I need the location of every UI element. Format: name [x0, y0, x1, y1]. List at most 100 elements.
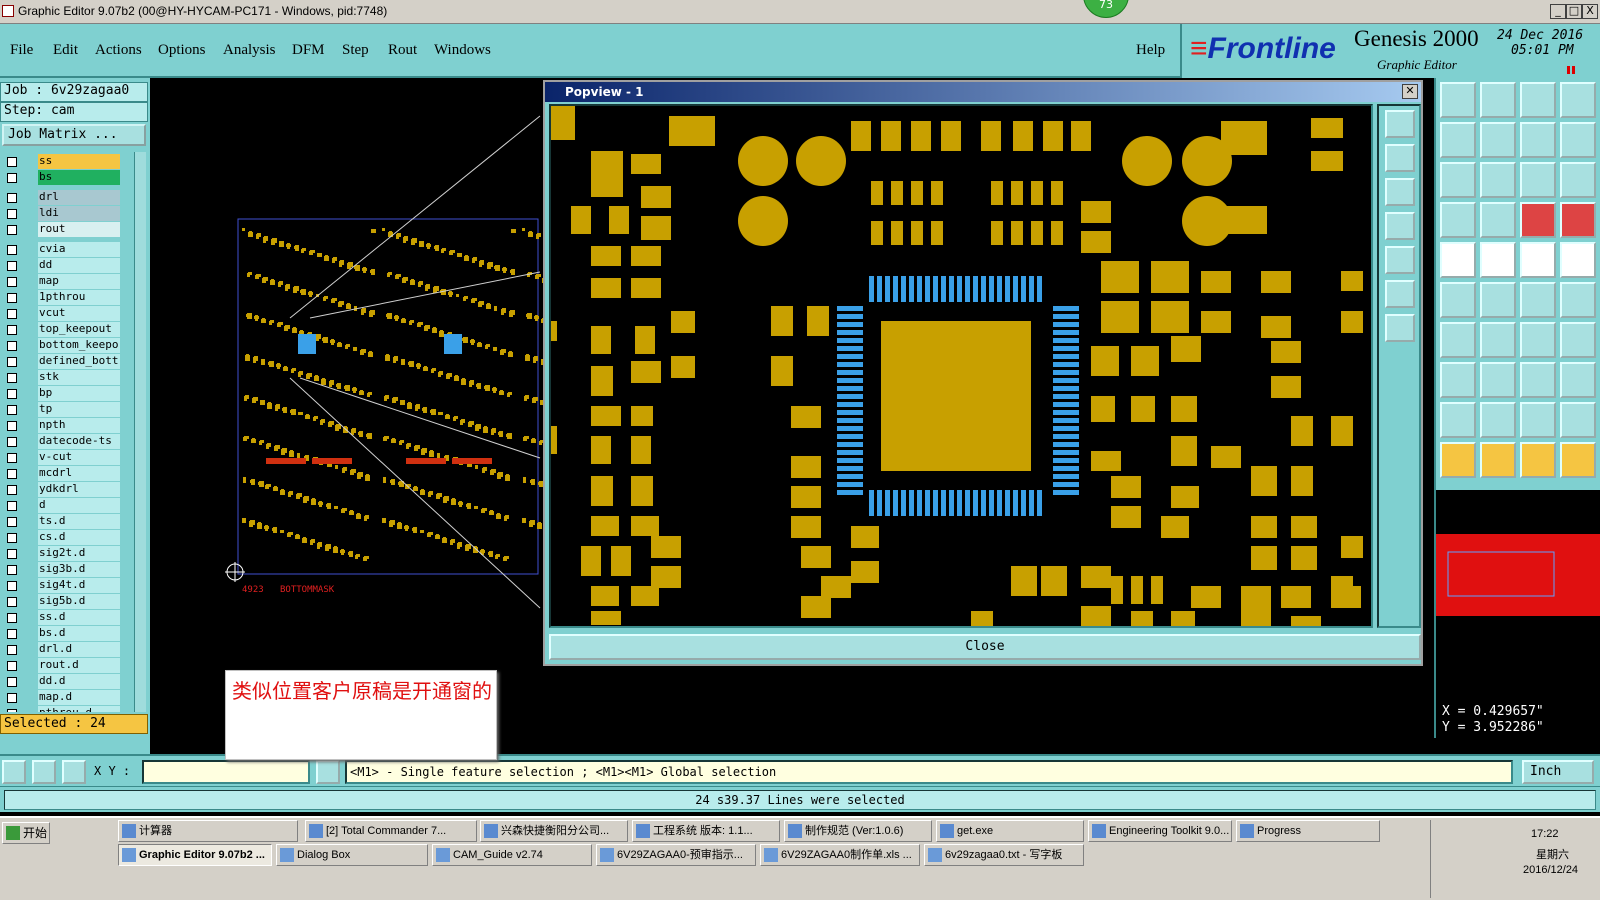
layer-checkbox[interactable] — [7, 597, 17, 607]
popview-close-button[interactable]: Close — [549, 634, 1421, 660]
layer-row[interactable]: rout.d — [2, 658, 134, 673]
layer-checkbox[interactable] — [7, 293, 17, 303]
slice-icon[interactable] — [1480, 322, 1516, 358]
taskbar-item[interactable]: 6V29ZAGAA0-预审指示... — [596, 844, 756, 866]
connect-icon[interactable] — [1440, 282, 1476, 318]
menu-actions[interactable]: Actions — [95, 42, 142, 59]
menu-help[interactable]: Help — [1136, 42, 1165, 59]
pad-round-icon[interactable] — [1560, 242, 1596, 278]
layer-row[interactable]: sig3b.d — [2, 562, 134, 577]
taskbar-item[interactable]: Engineering Toolkit 9.0... — [1088, 820, 1232, 842]
layer-checkbox[interactable] — [7, 469, 17, 479]
layer-row[interactable]: npth — [2, 418, 134, 433]
layer-checkbox[interactable] — [7, 453, 17, 463]
filter-icon[interactable] — [1520, 202, 1556, 238]
layer-checkbox[interactable] — [7, 341, 17, 351]
layer-checkbox[interactable] — [7, 485, 17, 495]
layer-row[interactable]: dd — [2, 258, 134, 273]
layer-checkbox[interactable] — [7, 709, 17, 712]
layer-checkbox[interactable] — [7, 277, 17, 287]
select-pad-icon[interactable] — [1440, 242, 1476, 278]
layer-row[interactable]: cs.d — [2, 530, 134, 545]
triangle-icon[interactable] — [1440, 402, 1476, 438]
rotate-icon[interactable] — [1520, 322, 1556, 358]
layer-checkbox[interactable] — [7, 581, 17, 591]
layer-checkbox[interactable] — [7, 209, 17, 219]
start-button[interactable]: 开始 — [2, 822, 50, 844]
layer-checkbox[interactable] — [7, 193, 17, 203]
popview-zoom-in-icon[interactable] — [1385, 110, 1415, 138]
fit-icon[interactable] — [1440, 162, 1476, 198]
move-right-icon[interactable] — [1480, 122, 1516, 158]
menu-step[interactable]: Step — [342, 42, 369, 59]
filter-2-icon[interactable] — [1560, 202, 1596, 238]
xy-input[interactable] — [142, 760, 310, 784]
menu-analysis[interactable]: Analysis — [223, 42, 276, 59]
undo-icon[interactable] — [1520, 122, 1556, 158]
layer-row[interactable]: dd.d — [2, 674, 134, 689]
measure-icon[interactable] — [32, 760, 56, 784]
layer-checkbox[interactable] — [7, 173, 17, 183]
layer-checkbox[interactable] — [7, 549, 17, 559]
ruler-icon[interactable] — [1520, 242, 1556, 278]
menu-file[interactable]: File — [10, 42, 33, 59]
layer-row[interactable]: sig5b.d — [2, 594, 134, 609]
layer-checkbox[interactable] — [7, 309, 17, 319]
layer-checkbox[interactable] — [7, 629, 17, 639]
layer-checkbox[interactable] — [7, 405, 17, 415]
layer-checkbox[interactable] — [7, 565, 17, 575]
layer-row[interactable]: ss — [2, 154, 134, 169]
taskbar-item[interactable]: Progress — [1236, 820, 1380, 842]
taskbar-item[interactable]: 计算器 — [118, 820, 298, 842]
layer-row[interactable]: bs.d — [2, 626, 134, 641]
merge-icon[interactable] — [1440, 362, 1476, 398]
layer-row[interactable]: pthrou.d — [2, 706, 134, 712]
layer-checkbox[interactable] — [7, 373, 17, 383]
route-icon[interactable] — [1520, 282, 1556, 318]
popview-image[interactable] — [549, 104, 1373, 628]
layer-checkbox[interactable] — [7, 261, 17, 271]
layer-scrollbar[interactable] — [134, 152, 146, 712]
layer-row[interactable]: drl — [2, 190, 134, 205]
layer-row[interactable]: drl.d — [2, 642, 134, 657]
layer-row[interactable]: bs — [2, 170, 134, 185]
layer-row[interactable]: ts.d — [2, 514, 134, 529]
layer-checkbox[interactable] — [7, 645, 17, 655]
layer-row[interactable]: mcdrl — [2, 466, 134, 481]
line-icon[interactable] — [1480, 362, 1516, 398]
grid-snap-icon[interactable] — [1560, 322, 1596, 358]
grid-icon[interactable] — [62, 760, 86, 784]
minimize-button[interactable]: _ — [1550, 4, 1566, 19]
layer-row[interactable]: defined_bott — [2, 354, 134, 369]
taskbar-item[interactable]: 6V29ZAGAA0制作单.xls ... — [760, 844, 920, 866]
layer-checkbox[interactable] — [7, 533, 17, 543]
popview-close-icon[interactable]: ✕ — [1402, 84, 1418, 99]
layer-row[interactable]: ydkdrl — [2, 482, 134, 497]
zoom-window-icon[interactable] — [1560, 82, 1596, 118]
layer-checkbox[interactable] — [7, 389, 17, 399]
menu-windows[interactable]: Windows — [434, 42, 491, 59]
measure-icon[interactable] — [1480, 202, 1516, 238]
pointer-icon[interactable] — [1440, 442, 1476, 478]
text-a3-icon[interactable] — [1560, 402, 1596, 438]
paste-icon[interactable] — [1480, 82, 1516, 118]
layer-row[interactable]: map.d — [2, 690, 134, 705]
layer-checkbox[interactable] — [7, 325, 17, 335]
taskbar-item[interactable]: 6v29zagaa0.txt - 写字板 — [924, 844, 1084, 866]
redo-icon[interactable] — [1560, 122, 1596, 158]
layer-row[interactable]: d — [2, 498, 134, 513]
popview-pan-right-icon[interactable] — [1385, 246, 1415, 274]
layer-checkbox[interactable] — [7, 357, 17, 367]
center-icon[interactable] — [1480, 162, 1516, 198]
layer-checkbox[interactable] — [7, 157, 17, 167]
layer-checkbox[interactable] — [7, 517, 17, 527]
layer-view-icon[interactable] — [1440, 202, 1476, 238]
layer-row[interactable]: ldi — [2, 206, 134, 221]
popview-fit-icon[interactable] — [1385, 280, 1415, 308]
layer-checkbox[interactable] — [7, 613, 17, 623]
layer-checkbox[interactable] — [7, 661, 17, 671]
taskbar-item[interactable]: Dialog Box — [276, 844, 428, 866]
popview-center-icon[interactable] — [1385, 314, 1415, 342]
layer-row[interactable]: stk — [2, 370, 134, 385]
move-left-icon[interactable] — [1440, 122, 1476, 158]
